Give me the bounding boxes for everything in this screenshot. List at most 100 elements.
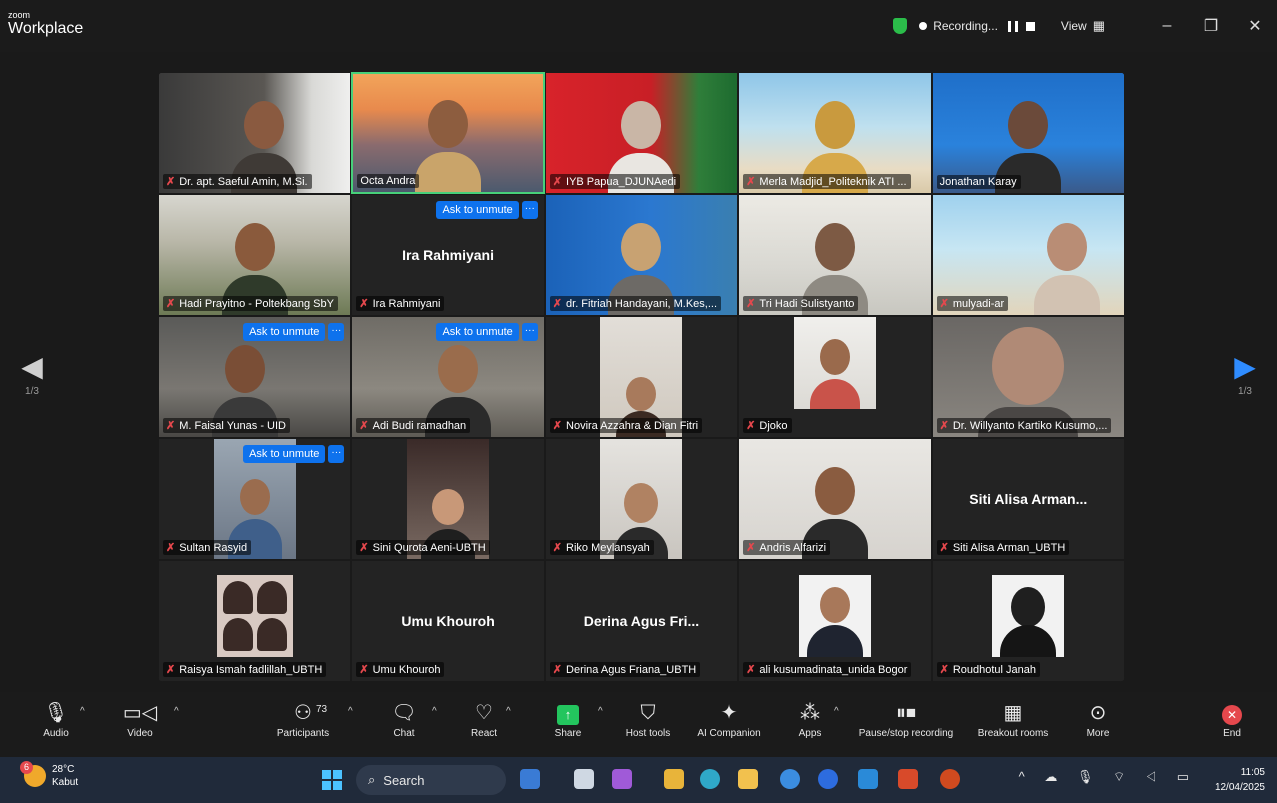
video-tile[interactable]: ✗ Riko Meylansyah bbox=[544, 438, 739, 560]
host-tools-button[interactable]: ⛉ Host tools bbox=[620, 700, 676, 739]
video-label: Video bbox=[127, 728, 153, 739]
audio-button[interactable]: 🎙︎ Audio ^ bbox=[38, 700, 85, 739]
participant-name-tag: ✗ Sultan Rasyid bbox=[163, 540, 252, 555]
participant-name: Raisya Ismah fadlillah_UBTH bbox=[179, 663, 323, 676]
taskbar-app-icon[interactable] bbox=[520, 769, 540, 789]
clock-time: 11:05 bbox=[1240, 767, 1265, 778]
video-tile[interactable]: ✗ Roudhotul Janah bbox=[931, 560, 1125, 682]
zoom-app-icon[interactable] bbox=[818, 769, 838, 789]
video-tile[interactable]: ✗ Raisya Ismah fadlillah_UBTH bbox=[158, 560, 352, 682]
host-tools-label: Host tools bbox=[625, 728, 671, 739]
video-tile[interactable]: ✗ Tri Hadi Sulistyanto bbox=[738, 194, 932, 316]
video-tile[interactable]: ✗ mulyadi-ar bbox=[931, 194, 1125, 316]
participants-options-chevron-icon[interactable]: ^ bbox=[348, 706, 353, 717]
taskbar-search[interactable]: ⌕ Search bbox=[356, 765, 506, 795]
pdf-app-icon[interactable] bbox=[898, 769, 918, 789]
ask-to-unmute-group: Ask to unmute ··· bbox=[243, 323, 345, 341]
brand-workplace: Workplace bbox=[8, 20, 84, 37]
react-button[interactable]: ♡ React ^ bbox=[464, 700, 511, 739]
apps-options-chevron-icon[interactable]: ^ bbox=[834, 706, 839, 717]
chrome-browser-icon[interactable] bbox=[780, 769, 800, 789]
video-tile[interactable]: Derina Agus Fri... ✗ Derina Agus Friana_U… bbox=[544, 560, 739, 682]
video-tile[interactable]: ✗ Novira Azzahra & Dian Fitri bbox=[544, 316, 739, 438]
prev-page-button[interactable]: ◀ 1/3 bbox=[12, 352, 52, 398]
close-button[interactable]: ✕ bbox=[1233, 16, 1277, 36]
video-tile[interactable]: Siti Alisa Arman... ✗ Siti Alisa Arman_UB… bbox=[931, 438, 1125, 560]
video-tile[interactable]: Umu Khouroh ✗ Umu Khouroh bbox=[351, 560, 545, 682]
mic-muted-icon: ✗ bbox=[746, 420, 756, 432]
video-tile[interactable]: ✗ Hadi Prayitno - Poltekbang SbY bbox=[158, 194, 352, 316]
heart-icon: ♡ bbox=[475, 702, 493, 724]
ask-to-unmute-button[interactable]: Ask to unmute bbox=[243, 323, 326, 341]
task-view-icon[interactable] bbox=[574, 769, 594, 789]
mic-muted-icon: ✗ bbox=[939, 664, 949, 676]
ai-companion-button[interactable]: ✦ AI Companion bbox=[690, 700, 768, 739]
video-tile[interactable]: ✗ Dr. apt. Saeful Amin, M.Si. bbox=[158, 72, 352, 194]
ask-to-unmute-button[interactable]: Ask to unmute bbox=[243, 445, 326, 463]
weather-widget[interactable]: 6 28°C Kabut bbox=[20, 761, 79, 789]
mic-muted-icon: ✗ bbox=[359, 664, 369, 676]
video-tile[interactable]: ✗ Sini Qurota Aeni-UBTH bbox=[351, 438, 545, 560]
video-tile[interactable]: ✗ Merla Madjid_Politeknik ATI ... bbox=[738, 72, 932, 194]
video-tile-active-speaker[interactable]: Octa Andra bbox=[351, 72, 545, 194]
participants-button[interactable]: ⚇ 73 Participants ^ bbox=[270, 700, 353, 739]
participant-name-tag: ✗ IYB Papua_DJUNAedi bbox=[549, 174, 681, 189]
apps-button[interactable]: ⁂ Apps ^ bbox=[790, 700, 839, 739]
audio-label: Audio bbox=[43, 728, 69, 739]
end-meeting-button[interactable]: ✕ End bbox=[1214, 700, 1250, 739]
file-explorer-icon[interactable] bbox=[738, 769, 758, 789]
windows-start-icon[interactable] bbox=[322, 770, 342, 790]
grid-view-icon[interactable]: ▦ bbox=[1093, 18, 1105, 34]
video-options-chevron-icon[interactable]: ^ bbox=[174, 706, 179, 717]
video-tile[interactable]: Ask to unmute ··· ✗ M. Faisal Yunas - UID bbox=[158, 316, 352, 438]
ask-to-unmute-button[interactable]: Ask to unmute bbox=[436, 201, 519, 219]
video-tile[interactable]: ✗ ali kusumadinata_unida Bogor bbox=[738, 560, 932, 682]
system-tray[interactable]: ^ ☁ 🎙︎ ⌔ ◁ ▭ bbox=[1019, 769, 1197, 785]
tile-more-button[interactable]: ··· bbox=[328, 445, 345, 463]
breakout-rooms-button[interactable]: ▦ Breakout rooms bbox=[972, 700, 1054, 739]
chat-options-chevron-icon[interactable]: ^ bbox=[432, 706, 437, 717]
next-page-button[interactable]: ▶ 1/3 bbox=[1225, 352, 1265, 398]
restore-button[interactable]: ❐ bbox=[1189, 16, 1233, 36]
pause-stop-label: Pause/stop recording bbox=[858, 728, 954, 739]
minimize-button[interactable]: – bbox=[1145, 17, 1189, 35]
tile-more-button[interactable]: ··· bbox=[328, 323, 345, 341]
document-app-icon[interactable] bbox=[858, 769, 878, 789]
participant-display-name: Derina Agus Fri... bbox=[583, 613, 700, 629]
search-icon: ⌕ bbox=[368, 772, 376, 787]
video-tile[interactable]: ✗ Andris Alfarizi bbox=[738, 438, 932, 560]
video-tile[interactable]: ✗ IYB Papua_DJUNAedi bbox=[544, 72, 739, 194]
notes-app-icon[interactable] bbox=[664, 769, 684, 789]
os-taskbar: 6 28°C Kabut ⌕ Search ^ ☁ 🎙︎ ⌔ ◁ ▭ 11:05… bbox=[0, 757, 1277, 803]
encryption-shield-icon[interactable] bbox=[893, 18, 908, 34]
edge-browser-icon[interactable] bbox=[700, 769, 720, 789]
tile-more-button[interactable]: ··· bbox=[521, 201, 538, 219]
ask-to-unmute-button[interactable]: Ask to unmute bbox=[436, 323, 519, 341]
video-tile[interactable]: ✗ Djoko bbox=[738, 316, 932, 438]
audio-options-chevron-icon[interactable]: ^ bbox=[80, 706, 85, 717]
powerpoint-icon[interactable] bbox=[940, 769, 960, 789]
view-button[interactable]: View bbox=[1061, 19, 1087, 33]
weather-condition: Kabut bbox=[52, 777, 79, 788]
video-tile[interactable]: Ask to unmute ··· ✗ Sultan Rasyid bbox=[158, 438, 352, 560]
pause-stop-recording-button[interactable]: ⏸⏹ Pause/stop recording bbox=[850, 700, 962, 739]
copilot-icon[interactable] bbox=[612, 769, 632, 789]
video-tile[interactable]: Ask to unmute ··· ✗ Adi Budi ramadhan bbox=[351, 316, 545, 438]
react-options-chevron-icon[interactable]: ^ bbox=[506, 706, 511, 717]
pause-recording-icon[interactable] bbox=[1007, 20, 1018, 32]
system-clock[interactable]: 11:05 12/04/2025 bbox=[1215, 765, 1265, 795]
video-tile[interactable]: ✗ Dr. Willyanto Kartiko Kusumo,... bbox=[931, 316, 1125, 438]
participant-name: Jonathan Karay bbox=[939, 176, 1017, 188]
video-tile[interactable]: ✗ dr. Fitriah Handayani, M.Kes,... bbox=[544, 194, 739, 316]
stop-recording-icon[interactable] bbox=[1025, 21, 1035, 31]
tile-more-button[interactable]: ··· bbox=[521, 323, 538, 341]
participant-name-tag: ✗ ali kusumadinata_unida Bogor bbox=[743, 662, 912, 677]
share-options-chevron-icon[interactable]: ^ bbox=[598, 706, 603, 717]
video-tile[interactable]: Ask to unmute ··· Ira Rahmiyani ✗ Ira Rah… bbox=[351, 194, 545, 316]
share-button[interactable]: ↑ Share ^ bbox=[548, 700, 603, 739]
video-button[interactable]: ▭◁ Video ^ bbox=[122, 700, 179, 739]
chat-button[interactable]: 🗨︎ Chat ^ bbox=[386, 700, 436, 739]
video-tile[interactable]: Jonathan Karay bbox=[931, 72, 1125, 194]
more-button[interactable]: ⊙ More bbox=[1078, 700, 1118, 739]
mic-muted-icon: ✗ bbox=[166, 542, 176, 554]
